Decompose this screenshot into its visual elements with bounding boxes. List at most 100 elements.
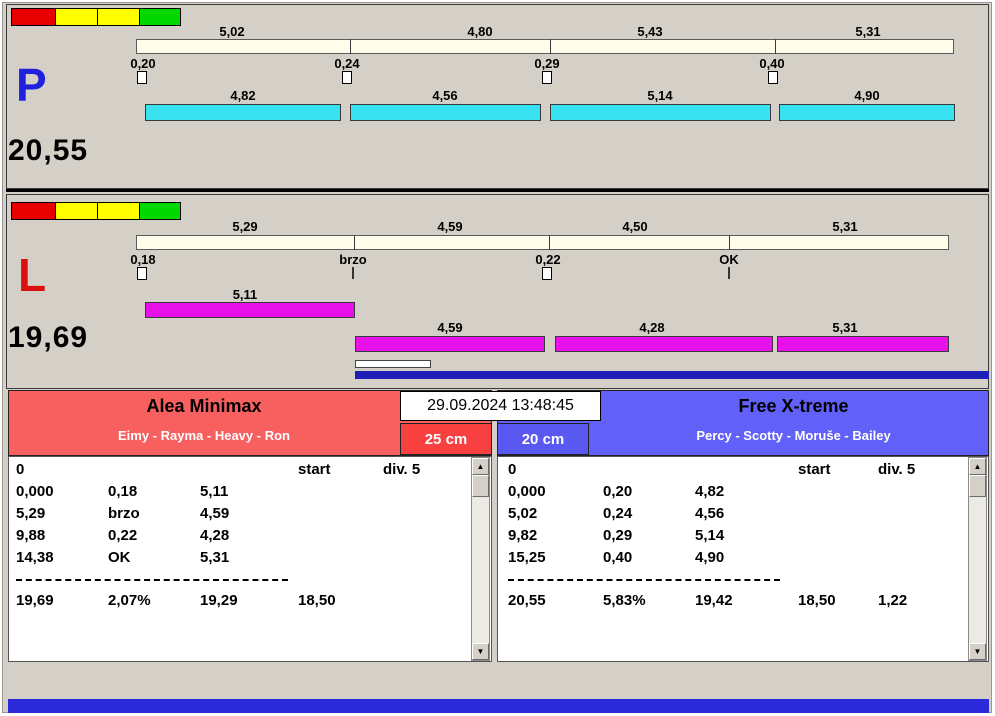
traffic-red-segment <box>12 203 57 219</box>
left-cell-dogtime: 4,59 <box>200 505 230 522</box>
scrollbar-thumb[interactable] <box>472 475 489 497</box>
lane-p-dog-bar <box>779 104 955 121</box>
team-left-height-chip: 25 cm <box>400 423 492 455</box>
changeover-marker-box <box>137 267 147 280</box>
team-right-results-table <box>497 456 989 662</box>
traffic-green-segment <box>139 9 181 25</box>
changeover-marker-box <box>137 71 147 84</box>
right-cell-cumulative: 5,02 <box>508 505 538 522</box>
team-right-dogs: Percy - Scotty - Moruše - Bailey <box>696 428 891 443</box>
right-cell-dogtime: 4,56 <box>695 505 725 522</box>
scroll-down-icon: ▼ <box>973 647 982 656</box>
lane-p-changeover-time: 0,20 <box>130 56 156 71</box>
scroll-up-button[interactable]: ▲ <box>472 458 489 475</box>
changeover-marker-box <box>768 71 778 84</box>
left-cell-changeover: 0,22 <box>108 527 138 544</box>
lane-l-split-time: 5,31 <box>832 219 858 234</box>
traffic-green-segment <box>139 203 181 219</box>
bottom-blue-strip <box>8 699 989 713</box>
right-summary-diff: 1,22 <box>878 592 908 609</box>
lane-p-dog-time: 4,90 <box>854 88 880 103</box>
changeover-marker-box <box>542 267 552 280</box>
right-cell-changeover: 0,29 <box>603 527 633 544</box>
traffic-yellow-segment <box>97 9 140 25</box>
summary-separator <box>508 579 780 581</box>
left-cell-changeover: OK <box>108 549 131 566</box>
lane-l-dog-bar <box>145 302 355 318</box>
lane-l-changeover-time: brzo <box>339 252 367 267</box>
lane-p-dog-bar <box>145 104 341 121</box>
team-left-name: Alea Minimax <box>146 396 262 416</box>
scroll-down-button[interactable]: ▼ <box>472 643 489 660</box>
scrollbar-thumb[interactable] <box>969 475 986 497</box>
lane-l-changeover-time: 0,18 <box>130 252 156 267</box>
lane-p-split-time: 5,02 <box>219 24 245 39</box>
left-summary-total: 19,69 <box>16 592 54 609</box>
left-cell-changeover: brzo <box>108 505 140 522</box>
lane-l-changeover-time: OK <box>719 252 739 267</box>
left-cell-cumulative: 9,88 <box>16 527 46 544</box>
right-cell-changeover: 0,40 <box>603 549 633 566</box>
right-cell-dogtime: 4,90 <box>695 549 725 566</box>
datetime-display: 29.09.2024 13:48:45 <box>400 391 601 421</box>
right-col-zero: 0 <box>508 461 517 478</box>
scroll-up-icon: ▲ <box>476 462 485 471</box>
lane-p-split-time: 5,31 <box>855 24 881 39</box>
split-divider <box>354 235 355 250</box>
lane-l-split-time: 4,50 <box>622 219 648 234</box>
lane-p-letter: P <box>16 59 47 111</box>
split-divider <box>775 39 776 54</box>
changeover-marker-box <box>342 71 352 84</box>
left-cell-dogtime: 4,28 <box>200 527 230 544</box>
lane-l-empty-split-bar <box>355 360 431 368</box>
navy-separator-bar <box>355 371 989 379</box>
lane-l-traffic-light-icon <box>11 202 181 220</box>
lane-l-dog-time: 4,28 <box>639 320 665 335</box>
split-divider <box>350 39 351 54</box>
lane-divider <box>6 189 989 192</box>
lane-l-changeover-time: 0,22 <box>535 252 561 267</box>
right-cell-changeover: 0,20 <box>603 483 633 500</box>
scroll-up-button[interactable]: ▲ <box>969 458 986 475</box>
left-cell-cumulative: 5,29 <box>16 505 46 522</box>
team-right-height-chip: 20 cm <box>497 423 589 455</box>
lane-p-dog-bar <box>350 104 541 121</box>
lane-l-split-bar <box>136 235 949 250</box>
team-left-results-table <box>8 456 492 662</box>
summary-separator <box>16 579 288 581</box>
lane-p-total-time: 20,55 <box>8 134 89 167</box>
left-start-label: start <box>298 461 331 478</box>
lane-l-dog-bar <box>555 336 773 352</box>
timing-app-screen: 5,02 4,80 5,43 5,31 0,20 0,24 0,29 0,40 … <box>0 0 995 716</box>
left-col-zero: 0 <box>16 461 25 478</box>
lane-p-split-time: 4,80 <box>467 24 493 39</box>
lane-p-changeover-time: 0,24 <box>334 56 360 71</box>
right-summary-percent: 5,83% <box>603 592 646 609</box>
lane-l-dog-time: 5,31 <box>832 320 858 335</box>
changeover-marker-tick <box>728 267 730 279</box>
left-summary-net: 19,29 <box>200 592 238 609</box>
right-summary-sct: 18,50 <box>798 592 836 609</box>
right-cell-cumulative: 0,000 <box>508 483 546 500</box>
scroll-down-button[interactable]: ▼ <box>969 643 986 660</box>
right-summary-total: 20,55 <box>508 592 546 609</box>
changeover-marker-box <box>542 71 552 84</box>
right-cell-dogtime: 4,82 <box>695 483 725 500</box>
scroll-up-icon: ▲ <box>973 462 982 471</box>
right-cell-dogtime: 5,14 <box>695 527 725 544</box>
right-table-scrollbar[interactable]: ▲ ▼ <box>968 457 987 661</box>
lane-p-dog-time: 4,82 <box>230 88 256 103</box>
traffic-yellow-segment <box>56 203 98 219</box>
lane-p-traffic-light-icon <box>11 8 181 26</box>
split-divider <box>549 235 550 250</box>
left-cell-cumulative: 14,38 <box>16 549 54 566</box>
team-right-name: Free X-treme <box>738 396 849 416</box>
right-division-label: div. 5 <box>878 461 916 478</box>
left-table-scrollbar[interactable]: ▲ ▼ <box>471 457 490 661</box>
changeover-marker-tick <box>352 267 354 279</box>
lane-l-dog-time: 5,11 <box>232 287 258 302</box>
lane-l-split-time: 4,59 <box>437 219 463 234</box>
left-summary-sct: 18,50 <box>298 592 336 609</box>
team-left-dogs: Eimy - Rayma - Heavy - Ron <box>118 428 290 443</box>
right-cell-cumulative: 15,25 <box>508 549 546 566</box>
